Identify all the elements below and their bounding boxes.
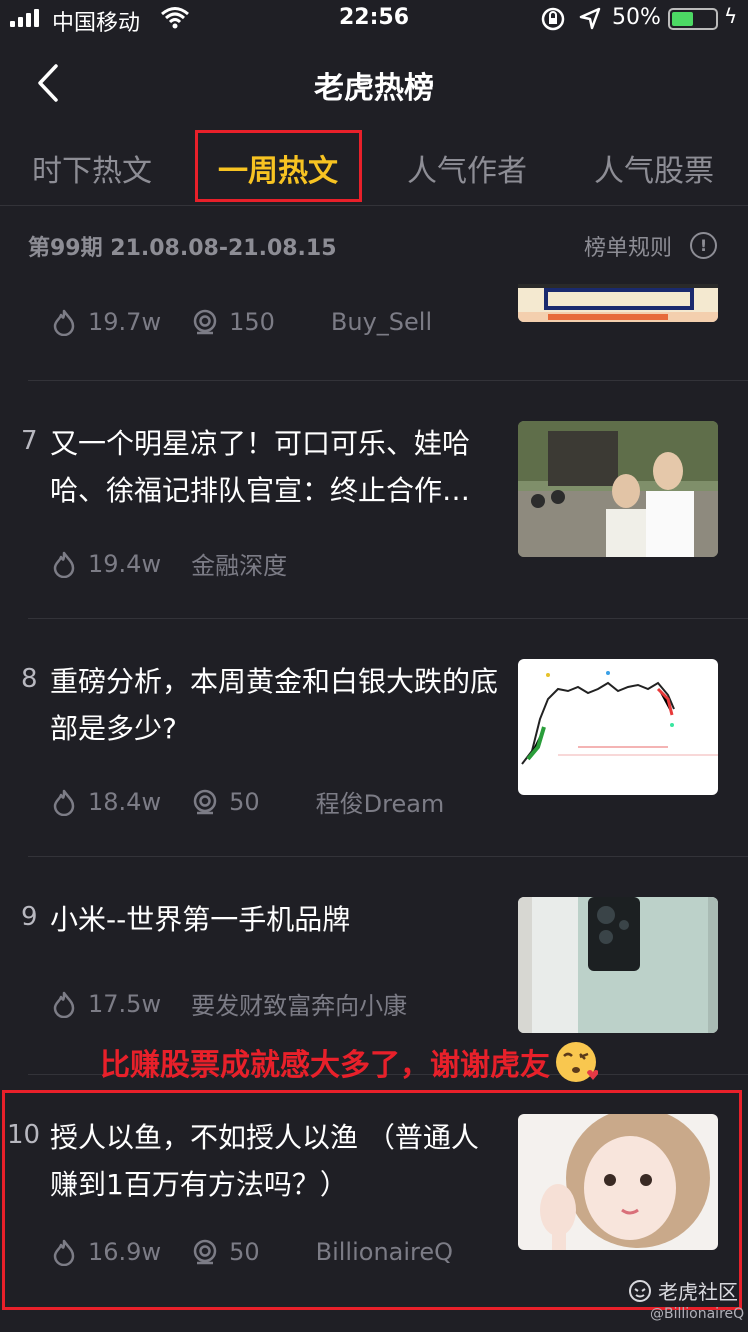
- nav-bar: 老虎热榜: [0, 50, 748, 116]
- watermark: 老虎社区: [628, 1276, 738, 1305]
- flame-icon: [50, 990, 78, 1018]
- phone-photo-thumbnail: [518, 897, 718, 1033]
- watermark-text: 老虎社区: [658, 1280, 738, 1304]
- rotation-lock-icon: [540, 6, 566, 38]
- heat-count: 19.7w: [88, 308, 162, 336]
- annotation: 比赚股票成就感大多了，谢谢虎友: [100, 1040, 599, 1084]
- article-title[interactable]: 重磅分析，本周黄金和白银大跌的底部是多少?: [50, 658, 505, 752]
- divider: [0, 205, 748, 206]
- tab-popular-authors[interactable]: 人气作者: [407, 146, 527, 190]
- item-meta: 17.5w 要发财致富奔向小康: [50, 986, 407, 1021]
- highlight-box-tab: [195, 130, 362, 202]
- page-title: 老虎热榜: [314, 71, 434, 106]
- heat-count: 19.4w: [88, 549, 162, 578]
- tab-trending-now[interactable]: 时下热文: [32, 146, 152, 190]
- heat-count: 17.5w: [88, 989, 162, 1018]
- author-name[interactable]: 金融深度: [191, 546, 287, 581]
- author-name[interactable]: 程俊Dream: [316, 784, 445, 819]
- comment-count: 150: [229, 308, 275, 336]
- comment-count: 50: [229, 787, 260, 816]
- period-label: 第99期 21.08.08-21.08.15: [28, 236, 337, 261]
- rules-link[interactable]: 榜单规则: [584, 230, 672, 262]
- chinese-text-banner-thumbnail: [518, 284, 718, 322]
- author-name[interactable]: 要发财致富奔向小康: [191, 986, 407, 1021]
- charging-bolt-icon: ϟ: [724, 4, 738, 28]
- comment-icon: [191, 788, 219, 816]
- tiger-logo-icon: [628, 1279, 652, 1303]
- item-meta: 18.4w 50 程俊Dream: [50, 784, 444, 819]
- rank-number: 9: [21, 902, 38, 932]
- heat-count: 18.4w: [88, 787, 162, 816]
- battery-icon: [668, 8, 718, 30]
- candlestick-chart-thumbnail: [518, 659, 718, 795]
- annotation-text: 比赚股票成就感大多了，谢谢虎友: [100, 1048, 550, 1083]
- tab-popular-stocks[interactable]: 人气股票: [594, 146, 714, 190]
- article-title[interactable]: 又一个明星凉了！可口可乐、娃哈哈、徐福记排队官宣：终止合作…: [50, 420, 505, 514]
- author-name[interactable]: Buy_Sell: [331, 308, 432, 336]
- item-meta: 19.7w 150 Buy_Sell: [50, 308, 432, 337]
- rank-number: 7: [21, 426, 38, 456]
- kissing-face-icon: [554, 1040, 599, 1084]
- flame-icon: [50, 788, 78, 816]
- status-bar: 中国移动 22:56 50% ϟ: [0, 0, 748, 38]
- article-title[interactable]: 小米--世界第一手机品牌: [50, 896, 505, 943]
- divider: [28, 856, 748, 857]
- rank-number: 8: [21, 664, 38, 694]
- people-photo-thumbnail: [518, 421, 718, 557]
- battery-percent: 50%: [612, 5, 661, 30]
- item-meta: 19.4w 金融深度: [50, 546, 287, 581]
- divider: [28, 380, 748, 381]
- flame-icon: [50, 308, 78, 337]
- info-icon[interactable]: !: [690, 232, 717, 259]
- flame-icon: [50, 550, 78, 578]
- comment-icon: [191, 308, 219, 336]
- tab-bar: 时下热文 一周热文 人气作者 人气股票: [0, 130, 748, 204]
- divider: [28, 618, 748, 619]
- credit-label: @BillionaireQ: [650, 1306, 745, 1322]
- location-icon: [578, 6, 602, 38]
